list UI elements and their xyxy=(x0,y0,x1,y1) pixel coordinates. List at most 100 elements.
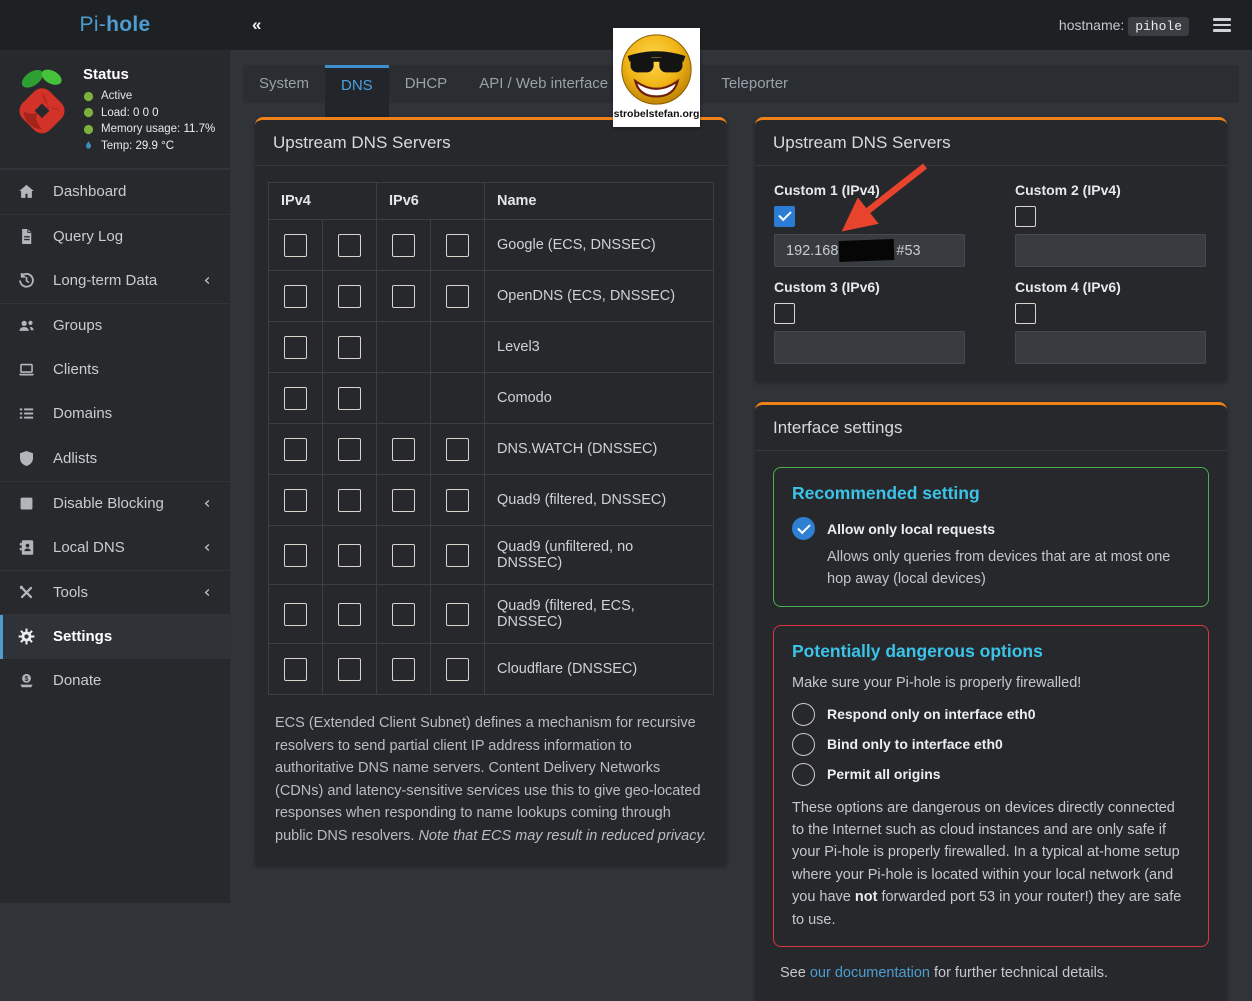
card-title: Upstream DNS Servers xyxy=(755,120,1227,166)
file-icon xyxy=(17,227,38,246)
custom-field-input-2[interactable] xyxy=(1015,234,1206,267)
hamburger-menu-icon[interactable] xyxy=(1209,14,1235,36)
custom-field-checkbox-1[interactable] xyxy=(774,206,795,227)
upstream-checkbox[interactable] xyxy=(284,234,307,257)
upstream-checkbox[interactable] xyxy=(446,285,469,308)
sidebar-item-settings[interactable]: Settings xyxy=(0,614,230,659)
checkbox-cell xyxy=(269,475,323,526)
upstream-checkbox[interactable] xyxy=(338,438,361,461)
status-dot-icon xyxy=(83,124,94,135)
upstream-row-google-ecs-dnssec: Google (ECS, DNSSEC) xyxy=(269,220,714,271)
radio-permit-all-origins[interactable] xyxy=(792,763,815,786)
sidebar-item-donate[interactable]: $Donate xyxy=(0,659,230,704)
pihole-raspberry-logo xyxy=(10,62,74,138)
sidebar-item-tools[interactable]: Tools xyxy=(0,570,230,615)
upstream-name: Quad9 (filtered, DNSSEC) xyxy=(485,475,714,526)
checkbox-cell xyxy=(269,322,323,373)
input-value: #53 xyxy=(896,243,920,259)
upstream-checkbox[interactable] xyxy=(284,387,307,410)
sidebar-item-label: Clients xyxy=(53,361,99,378)
upstream-checkbox[interactable] xyxy=(446,489,469,512)
sidebar-item-query-log[interactable]: Query Log xyxy=(0,214,230,259)
custom-field-1: Custom 1 (IPv4)192.168#53 xyxy=(774,182,967,267)
status-line-active: Active xyxy=(83,90,215,102)
documentation-footer: See our documentation for further techni… xyxy=(780,965,1202,981)
sidebar-item-disable-blocking[interactable]: Disable Blocking xyxy=(0,481,230,526)
upstream-checkbox[interactable] xyxy=(446,438,469,461)
checkbox-cell xyxy=(377,220,431,271)
upstream-checkbox[interactable] xyxy=(392,438,415,461)
radio-allow-only-local-requests[interactable] xyxy=(792,517,815,540)
upstream-checkbox[interactable] xyxy=(392,603,415,626)
sidebar-item-dashboard[interactable]: Dashboard xyxy=(0,169,230,214)
custom-field-input-1[interactable]: 192.168#53 xyxy=(774,234,965,267)
upstream-checkbox[interactable] xyxy=(392,489,415,512)
checkbox-cell xyxy=(377,424,431,475)
sidebar-item-groups[interactable]: Groups xyxy=(0,303,230,348)
custom-field-checkbox-4[interactable] xyxy=(1015,303,1036,324)
upstream-checkbox[interactable] xyxy=(284,603,307,626)
checkbox-cell xyxy=(269,526,323,585)
tab-dns[interactable]: DNS xyxy=(325,65,389,117)
upstream-checkbox[interactable] xyxy=(338,234,361,257)
checkbox-cell xyxy=(269,585,323,644)
upstream-checkbox[interactable] xyxy=(392,234,415,257)
custom-field-input-4[interactable] xyxy=(1015,331,1206,364)
ecs-note-text: ECS (Extended Client Subnet) defines a m… xyxy=(275,715,701,844)
radio-respond-only-on-interface-eth0[interactable] xyxy=(792,703,815,726)
upstream-checkbox[interactable] xyxy=(338,489,361,512)
upstream-checkbox[interactable] xyxy=(338,387,361,410)
hostname-display: hostname: pihole xyxy=(1059,17,1189,34)
tab-dhcp[interactable]: DHCP xyxy=(389,65,464,103)
status-text: Load: 0 0 0 xyxy=(101,107,159,119)
upstream-checkbox[interactable] xyxy=(284,285,307,308)
sidebar-item-local-dns[interactable]: Local DNS xyxy=(0,525,230,570)
checkbox-cell xyxy=(377,475,431,526)
upstream-checkbox[interactable] xyxy=(446,603,469,626)
sidebar-item-label: Adlists xyxy=(53,450,97,467)
status-dot-icon xyxy=(83,107,94,118)
sidebar-item-domains[interactable]: Domains xyxy=(0,392,230,437)
upstream-checkbox[interactable] xyxy=(338,544,361,567)
upstream-checkbox[interactable] xyxy=(446,234,469,257)
upstream-checkbox[interactable] xyxy=(284,336,307,359)
upstream-row-dns-watch-dnssec: DNS.WATCH (DNSSEC) xyxy=(269,424,714,475)
checkbox-cell xyxy=(431,373,485,424)
radio-label: Permit all origins xyxy=(827,766,941,782)
tab-teleporter[interactable]: Teleporter xyxy=(705,65,804,103)
upstream-checkbox[interactable] xyxy=(284,658,307,681)
upstream-checkbox[interactable] xyxy=(284,438,307,461)
sidebar-item-long-term-data[interactable]: Long-term Data xyxy=(0,258,230,303)
checkbox-cell xyxy=(323,424,377,475)
documentation-link[interactable]: our documentation xyxy=(810,965,930,981)
custom-field-checkbox-3[interactable] xyxy=(774,303,795,324)
sidebar-item-label: Settings xyxy=(53,628,112,645)
upstream-checkbox[interactable] xyxy=(392,544,415,567)
upstream-checkbox[interactable] xyxy=(338,603,361,626)
upstream-checkbox[interactable] xyxy=(446,658,469,681)
sidebar-item-clients[interactable]: Clients xyxy=(0,347,230,392)
upstream-checkbox[interactable] xyxy=(338,285,361,308)
upstream-checkbox[interactable] xyxy=(284,544,307,567)
upstream-name: Quad9 (filtered, ECS, DNSSEC) xyxy=(485,585,714,644)
upstream-checkbox[interactable] xyxy=(338,658,361,681)
upstream-checkbox[interactable] xyxy=(338,336,361,359)
checkbox-cell xyxy=(269,271,323,322)
checkbox-cell xyxy=(431,271,485,322)
addressbook-icon xyxy=(17,538,38,557)
chevron-left-icon xyxy=(201,497,214,510)
radio-bind-only-to-interface-eth0[interactable] xyxy=(792,733,815,756)
checkbox-cell xyxy=(377,373,431,424)
tab-api-web-interface[interactable]: API / Web interface xyxy=(463,65,624,103)
upstream-dns-custom-card: Upstream DNS Servers Custom 1 (IPv4)192.… xyxy=(755,117,1227,382)
sidebar-collapse-button[interactable]: « xyxy=(252,15,261,35)
upstream-checkbox[interactable] xyxy=(392,285,415,308)
custom-field-input-3[interactable] xyxy=(774,331,965,364)
custom-field-checkbox-2[interactable] xyxy=(1015,206,1036,227)
tab-system[interactable]: System xyxy=(243,65,325,103)
upstream-checkbox[interactable] xyxy=(446,544,469,567)
upstream-checkbox[interactable] xyxy=(392,658,415,681)
sidebar-item-adlists[interactable]: Adlists xyxy=(0,436,230,481)
checkbox-cell xyxy=(269,644,323,695)
upstream-checkbox[interactable] xyxy=(284,489,307,512)
